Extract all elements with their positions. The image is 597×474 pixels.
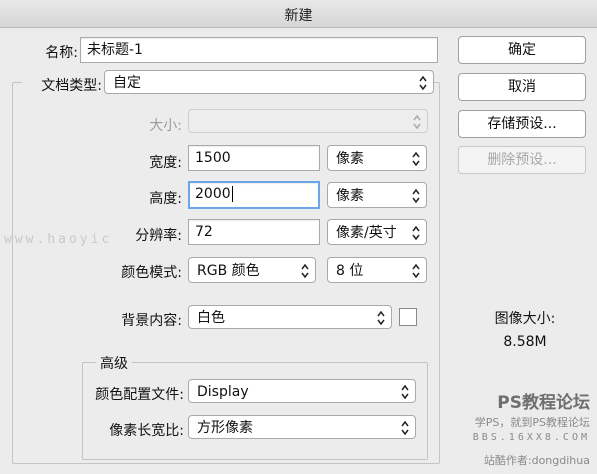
text-caret (231, 186, 233, 202)
image-size-value: 8.58M (503, 334, 547, 350)
width-unit-select[interactable]: 像素 (327, 145, 427, 171)
background-select[interactable]: 白色 (188, 305, 392, 329)
size-select (188, 109, 428, 133)
pixel-aspect-value: 方形像素 (197, 420, 253, 436)
pixel-aspect-label: 像素长宽比: (109, 423, 184, 439)
background-label: 背景内容: (121, 313, 182, 329)
updown-arrows-icon (412, 113, 422, 131)
background-color-swatch[interactable] (399, 308, 417, 326)
resolution-unit-value: 像素/英寸 (336, 225, 397, 241)
background-value: 白色 (197, 310, 225, 326)
color-mode-value: RGB 颜色 (197, 263, 260, 279)
watermark-forum-title: PS教程论坛 (497, 393, 590, 413)
watermark-forum-url: BBS.16XX8.COM (472, 432, 590, 443)
save-preset-button[interactable]: 存储预设... (458, 110, 586, 138)
resolution-label: 分辨率: (135, 228, 182, 244)
height-value: 2000 (195, 186, 231, 202)
updown-arrows-icon (400, 383, 410, 401)
watermark-author: 站酷作者:dongdihua (483, 454, 590, 467)
image-size-label: 图像大小: (494, 311, 556, 327)
document-type-label: 文档类型: (22, 75, 104, 95)
name-label: 名称: (45, 45, 78, 61)
size-label: 大小: (149, 118, 182, 134)
width-input[interactable]: 1500 (188, 145, 320, 171)
height-unit-value: 像素 (336, 188, 364, 204)
cancel-button[interactable]: 取消 (458, 73, 586, 101)
delete-preset-button: 删除预设... (458, 146, 586, 174)
bit-depth-select[interactable]: 8 位 (327, 257, 427, 283)
watermark-forum-slogan: 学PS，就到PS教程论坛 (474, 416, 590, 429)
color-mode-label: 颜色模式: (121, 265, 182, 281)
color-profile-select[interactable]: Display (188, 379, 416, 403)
advanced-group (82, 362, 428, 460)
updown-arrows-icon (411, 187, 421, 205)
updown-arrows-icon (376, 309, 386, 327)
bit-depth-value: 8 位 (336, 263, 364, 279)
updown-arrows-icon (411, 150, 421, 168)
dialog-title: 新建 (284, 8, 313, 24)
height-input[interactable]: 2000 (188, 181, 320, 209)
updown-arrows-icon (418, 74, 428, 92)
advanced-title: 高级 (96, 353, 132, 373)
document-type-value: 自定 (113, 75, 141, 91)
ok-button[interactable]: 确定 (458, 36, 586, 64)
color-profile-value: Display (197, 384, 249, 400)
updown-arrows-icon (411, 262, 421, 280)
pixel-aspect-select[interactable]: 方形像素 (188, 415, 416, 439)
resolution-unit-select[interactable]: 像素/英寸 (327, 219, 427, 245)
document-type-select[interactable]: 自定 (104, 70, 434, 94)
name-input[interactable]: 未标题-1 (80, 37, 438, 63)
updown-arrows-icon (411, 224, 421, 242)
color-mode-select[interactable]: RGB 颜色 (188, 257, 316, 283)
width-label: 宽度: (149, 155, 182, 171)
updown-arrows-icon (300, 262, 310, 280)
height-unit-select[interactable]: 像素 (327, 182, 427, 208)
height-label: 高度: (149, 191, 182, 207)
resolution-input[interactable]: 72 (188, 219, 320, 245)
width-unit-value: 像素 (336, 151, 364, 167)
color-profile-label: 颜色配置文件: (95, 387, 184, 403)
